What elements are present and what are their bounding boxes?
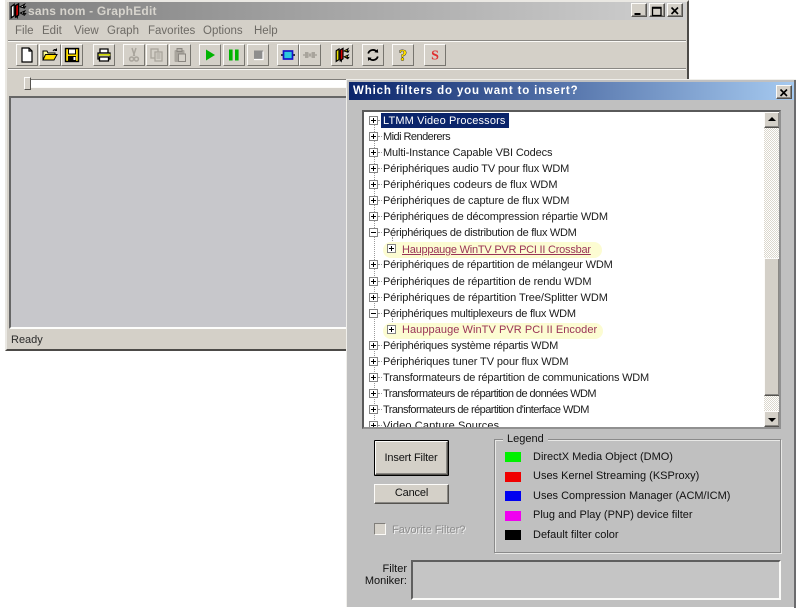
svg-text:S: S (431, 49, 439, 64)
svg-text:?: ? (399, 48, 407, 64)
